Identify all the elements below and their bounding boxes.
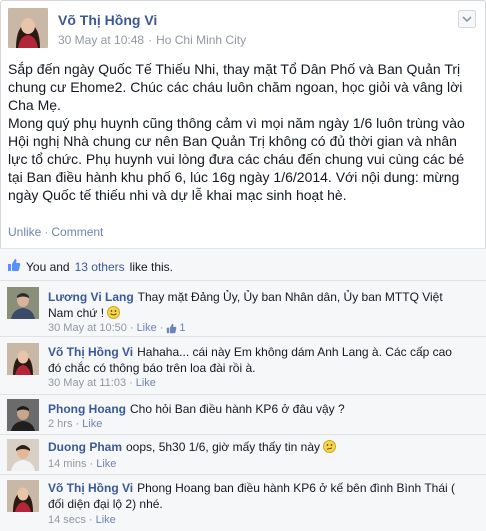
comment-meta: 30 May at 10:50 · Like · 1 <box>48 322 186 334</box>
commenter-avatar[interactable] <box>7 287 39 319</box>
post-date[interactable]: 30 May at 10:48 <box>58 33 144 47</box>
post-paragraph: Sắp đến ngày Quốc Tế Thiếu Nhi, thay mặt… <box>8 61 463 113</box>
commenter-avatar[interactable] <box>7 343 39 375</box>
smile-emoji-icon <box>107 306 121 319</box>
confused-emoji-icon <box>323 440 337 453</box>
post-meta: 30 May at 10:48 · Ho Chi Minh City <box>58 33 246 47</box>
comment-time[interactable]: 14 secs <box>48 514 86 526</box>
commenter-avatar[interactable] <box>7 439 39 471</box>
comment-text: Võ Thị Hồng Vi Phong Hoang ban điều hành … <box>48 480 468 512</box>
comment-time[interactable]: 2 hrs <box>48 418 72 430</box>
comment-time[interactable]: 14 mins <box>48 458 87 470</box>
comment: Võ Thị Hồng Vi Phong Hoang ban điều hành … <box>0 474 486 531</box>
comment: Phong Hoang Cho hỏi Ban điều hành KP6 ở đ… <box>0 394 486 432</box>
comment-like-link[interactable]: Like <box>136 377 156 389</box>
comment-text: Phong Hoang Cho hỏi Ban điều hành KP6 ở đ… <box>48 401 468 417</box>
likes-others-link[interactable]: 13 others <box>75 260 125 274</box>
meta-separator: · <box>148 33 153 47</box>
comment-text: Lương Vi Lang Thay mặt Đảng Ủy, Ủy ban Nh… <box>48 289 468 321</box>
thumbs-up-icon <box>167 323 177 333</box>
unlike-link[interactable]: Unlike <box>8 225 41 239</box>
commenter-name[interactable]: Lương Vi Lang <box>48 290 134 304</box>
post-header: Võ Thị Hồng Vi 30 May at 10:48 · Ho Chi Mi… <box>8 8 478 52</box>
author-avatar[interactable] <box>8 8 48 48</box>
comment-text: Duong Pham oops, 5h30 1/6, giờ mấy thấy t… <box>48 439 468 455</box>
comment: Duong Pham oops, 5h30 1/6, giờ mấy thấy t… <box>0 434 486 474</box>
commenter-name[interactable]: Võ Thị Hồng Vi <box>48 481 133 495</box>
comment-meta: 14 mins · Like <box>48 458 117 470</box>
comment-meta: 30 May at 11:03 · Like <box>48 377 156 389</box>
chevron-down-icon[interactable] <box>458 10 476 28</box>
comment: Võ Thị Hồng Vi Hahaha... cái này Em không… <box>0 336 486 394</box>
comment-body: oops, 5h30 1/6, giờ mấy thấy tin này <box>126 440 320 454</box>
likes-summary: You and 13 others like this. <box>7 258 173 275</box>
commenter-avatar[interactable] <box>7 399 39 431</box>
action-separator: · <box>44 225 49 239</box>
commenter-avatar[interactable] <box>7 480 39 512</box>
comment-time[interactable]: 30 May at 10:50 <box>48 322 127 334</box>
comment-meta: 2 hrs · Like <box>48 418 103 430</box>
comment-link[interactable]: Comment <box>51 225 103 239</box>
comment-like-link[interactable]: Like <box>82 418 102 430</box>
comment-time[interactable]: 30 May at 11:03 <box>48 377 126 389</box>
likes-tail: like this. <box>129 259 174 274</box>
comment-like-link[interactable]: Like <box>137 322 157 334</box>
comment: Lương Vi Lang Thay mặt Đảng Ủy, Ủy ban Nh… <box>0 280 486 334</box>
comment-text: Võ Thị Hồng Vi Hahaha... cái này Em không… <box>48 344 468 376</box>
comment-like-count[interactable]: 1 <box>166 322 186 334</box>
post-body: Sắp đến ngày Quốc Tế Thiếu Nhi, thay mặt… <box>8 60 480 204</box>
comment-like-link[interactable]: Like <box>96 514 116 526</box>
comment-like-link[interactable]: Like <box>96 458 116 470</box>
commenter-name[interactable]: Phong Hoang <box>48 402 126 416</box>
post-location[interactable]: Ho Chi Minh City <box>156 33 246 47</box>
author-name[interactable]: Võ Thị Hồng Vi <box>58 12 157 28</box>
likes-you: You and <box>26 259 70 274</box>
post-actions: Unlike · Comment <box>8 225 103 239</box>
like-count-value: 1 <box>179 322 186 334</box>
commenter-name[interactable]: Duong Pham <box>48 440 122 454</box>
thumbs-up-icon <box>7 258 21 275</box>
comment-body: Cho hỏi Ban điều hành KP6 ở đâu vậy ? <box>130 402 345 416</box>
comment-meta: 14 secs · Like <box>48 514 116 526</box>
post-paragraph: Mong quý phụ huynh cũng thông cảm vì mọi… <box>8 115 465 203</box>
commenter-name[interactable]: Võ Thị Hồng Vi <box>48 345 133 359</box>
